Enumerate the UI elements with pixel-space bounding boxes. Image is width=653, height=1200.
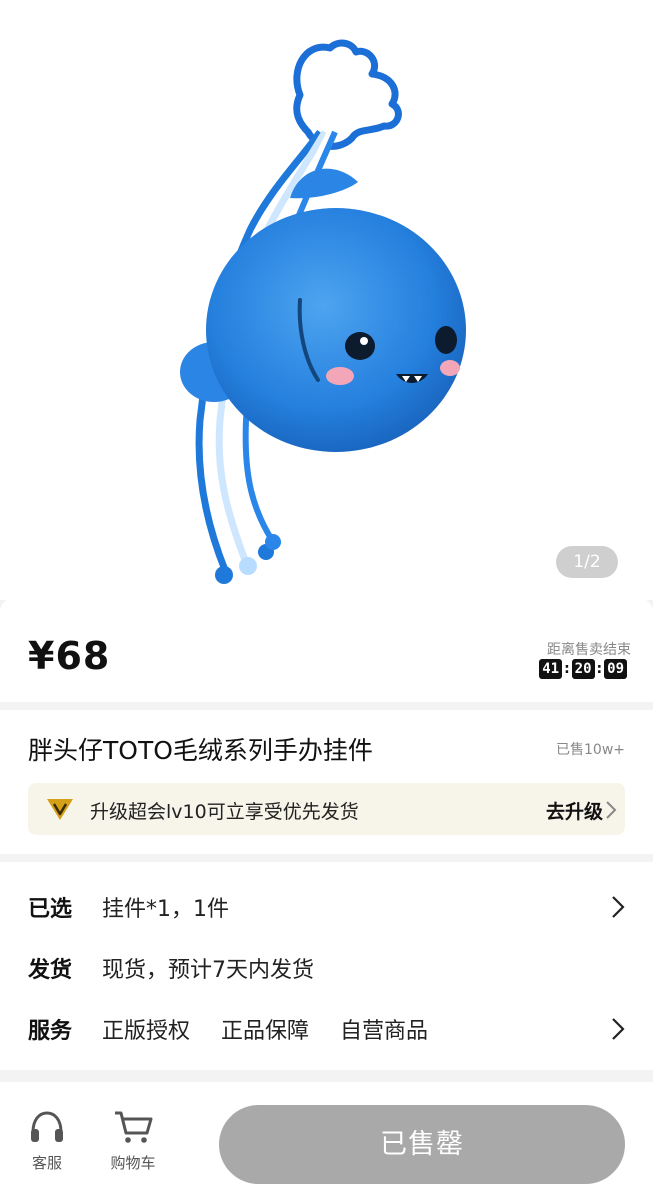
price: ¥68 [28,634,111,678]
upgrade-link[interactable]: 去升级 [546,797,603,824]
service-item: 自营商品 [340,1019,429,1044]
service-label: 服务 [28,1019,73,1044]
countdown-timer: 41 : 20 : 09 [539,659,627,679]
product-page: 1/2 ¥68 距离售卖结束 41 : 20 : 09 胖头仔TOTO毛绒系列手… [0,0,653,1200]
countdown-seconds: 09 [604,659,627,679]
service-item: 正品保障 [221,1019,310,1044]
image-pager: 1/2 [556,546,618,578]
service-item: 正版授权 [102,1019,191,1044]
cart-button[interactable]: 购物车 [98,1110,168,1173]
selected-label: 已选 [28,897,73,922]
headset-icon [31,1111,63,1142]
shipping-row: 发货 现货，预计7天内发货 [28,952,625,992]
shipping-label: 发货 [28,958,73,983]
countdown-separator: : [596,661,603,677]
chevron-right-icon [612,896,625,918]
vip-diamond-icon [47,799,73,820]
product-title: 胖头仔TOTO毛绒系列手办挂件 [28,736,373,765]
chevron-right-icon [606,801,617,819]
customer-service-label: 客服 [31,1154,62,1172]
plush-keychain-image [180,39,466,584]
sold-out-button[interactable]: 已售罄 [219,1105,625,1184]
upgrade-promo-banner[interactable]: 升级超会lv10可立享受优先发货 去升级 [28,783,625,835]
chevron-right-icon [612,1018,625,1040]
shipping-value: 现货，预计7天内发货 [102,958,314,983]
selected-spec-row[interactable]: 已选 挂件*1，1件 [28,891,625,931]
cart-label: 购物车 [110,1154,156,1172]
countdown-hours: 41 [539,659,563,679]
countdown-label: 距离售卖结束 [547,642,631,658]
sold-count: 已售10w+ [556,742,625,758]
selected-value: 挂件*1，1件 [102,897,229,922]
service-row[interactable]: 服务 正版授权 正品保障 自营商品 [28,1013,625,1053]
countdown-minutes: 20 [571,659,595,679]
countdown-separator: : [564,661,570,677]
cart-icon [115,1111,153,1143]
service-values: 正版授权 正品保障 自营商品 [102,1013,452,1045]
customer-service-button[interactable]: 客服 [12,1110,82,1173]
product-image-gallery[interactable]: 1/2 [0,0,653,600]
promo-text: 升级超会lv10可立享受优先发货 [90,801,359,823]
